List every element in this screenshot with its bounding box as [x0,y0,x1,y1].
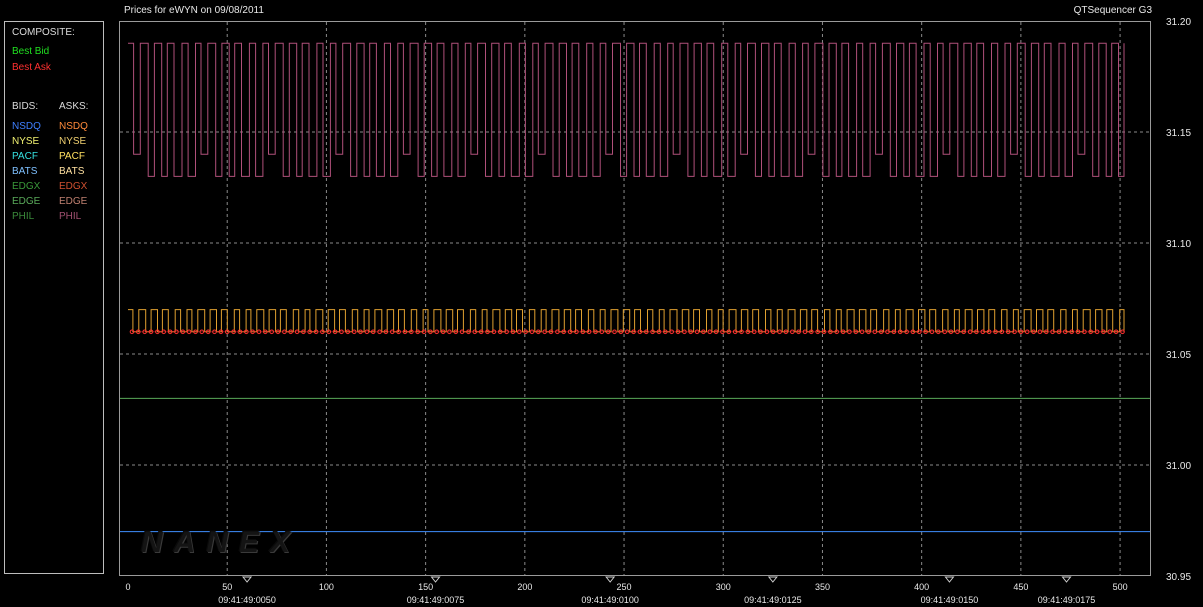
y-tick-label: 31.10 [1166,239,1191,250]
time-label: 09:41:49:0175 [1038,595,1096,605]
time-label: 09:41:49:0125 [744,595,802,605]
x-tick-label: 400 [914,582,929,592]
time-label: 09:41:49:0150 [921,595,979,605]
x-tick-label: 150 [418,582,433,592]
time-marker [1061,576,1072,583]
x-tick-label: 250 [617,582,632,592]
time-marker [242,576,253,583]
price-chart: 31.20 31.15 31.10 31.05 31.00 30.95 0 50 100 150 2… [120,17,1191,605]
x-tick-label: 500 [1113,582,1128,592]
time-marker [944,576,955,583]
y-tick-label: 31.20 [1166,17,1191,28]
watermark: NANEX [141,526,302,559]
y-tick-label: 31.05 [1166,350,1191,361]
y-tick-label: 30.95 [1166,572,1191,583]
y-tick-label: 31.00 [1166,461,1191,472]
time-marker [605,576,616,583]
time-marker [767,576,778,583]
x-tick-label: 350 [815,582,830,592]
x-tick-label: 50 [222,582,232,592]
series-nyse [128,309,1125,333]
y-tick-label: 31.15 [1166,128,1191,139]
x-tick-label: 200 [517,582,532,592]
series-phil [128,42,1125,177]
x-tick-label: 0 [125,582,130,592]
time-label: 09:41:49:0050 [218,595,276,605]
x-tick-label: 100 [319,582,334,592]
time-label: 09:41:49:0100 [581,595,639,605]
x-tick-label: 300 [716,582,731,592]
x-tick-label: 450 [1013,582,1028,592]
time-label: 09:41:49:0075 [407,595,465,605]
